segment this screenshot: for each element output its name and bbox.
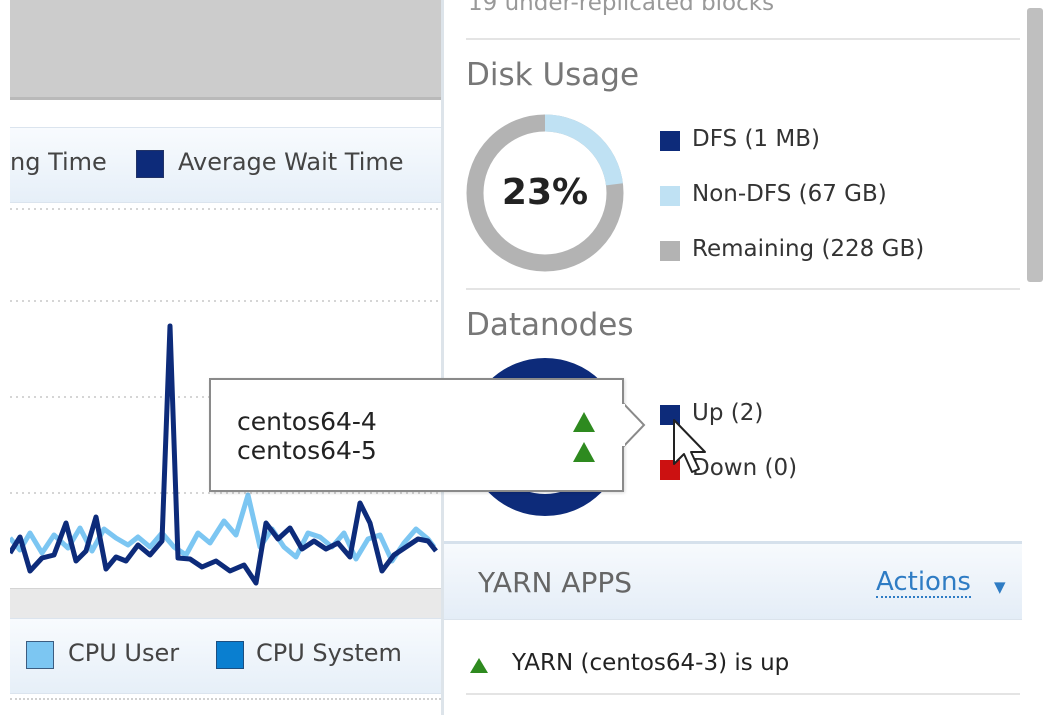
metrics-panel: ng Time Average Wait Time CPU User CPU S… <box>0 0 441 715</box>
legend-swatch-remaining <box>660 241 680 261</box>
scrollbar-thumb[interactable] <box>1027 8 1043 282</box>
legend-swatch-wait-time[interactable] <box>136 150 164 178</box>
divider-line <box>466 693 1020 695</box>
legend-label-dfs: DFS (1 MB) <box>692 126 820 152</box>
under-replicated-text: 19 under-replicated blocks <box>468 0 775 16</box>
divider-line <box>466 288 1020 290</box>
yarn-actions-link[interactable]: Actions <box>876 568 971 598</box>
tooltip-pointer <box>622 402 646 448</box>
legend-label-cpu-system[interactable]: CPU System <box>256 639 402 667</box>
legend-swatch-cpu-user[interactable] <box>26 641 54 669</box>
up-triangle-icon <box>573 412 595 432</box>
datanodes-tooltip: centos64-4 centos64-5 <box>209 378 624 492</box>
disk-usage-percent: 23% <box>501 172 589 213</box>
legend-label-wait-time[interactable]: Average Wait Time <box>178 148 404 176</box>
legend-label-partial: ng Time <box>10 148 107 176</box>
tooltip-host-name: centos64-5 <box>237 436 377 465</box>
chart-legend-top: ng Time Average Wait Time <box>10 127 441 203</box>
legend-swatch-non-dfs <box>660 186 680 206</box>
yarn-apps-title: YARN APPS <box>478 566 633 599</box>
up-triangle-icon <box>573 442 595 462</box>
chart-header-strip <box>10 0 441 100</box>
tooltip-host-name: centos64-4 <box>237 407 377 436</box>
legend-label-cpu-user[interactable]: CPU User <box>68 639 179 667</box>
up-triangle-icon <box>470 658 488 673</box>
chart-footer-strip <box>10 588 441 618</box>
legend-swatch-cpu-system[interactable] <box>216 641 244 669</box>
chevron-down-icon[interactable]: ▼ <box>994 578 1006 596</box>
divider-line <box>466 38 1020 40</box>
legend-swatch-dfs <box>660 131 680 151</box>
chart-legend-bottom: CPU User CPU System <box>10 618 441 694</box>
disk-usage-title: Disk Usage <box>466 57 640 93</box>
legend-label-remaining: Remaining (228 GB) <box>692 236 925 262</box>
mouse-cursor-icon <box>673 419 706 473</box>
datanodes-title: Datanodes <box>466 307 634 343</box>
yarn-status-text[interactable]: YARN (centos64-3) is up <box>512 650 789 676</box>
chart-gridline-bottom <box>10 698 441 700</box>
legend-label-non-dfs: Non-DFS (67 GB) <box>692 181 887 207</box>
